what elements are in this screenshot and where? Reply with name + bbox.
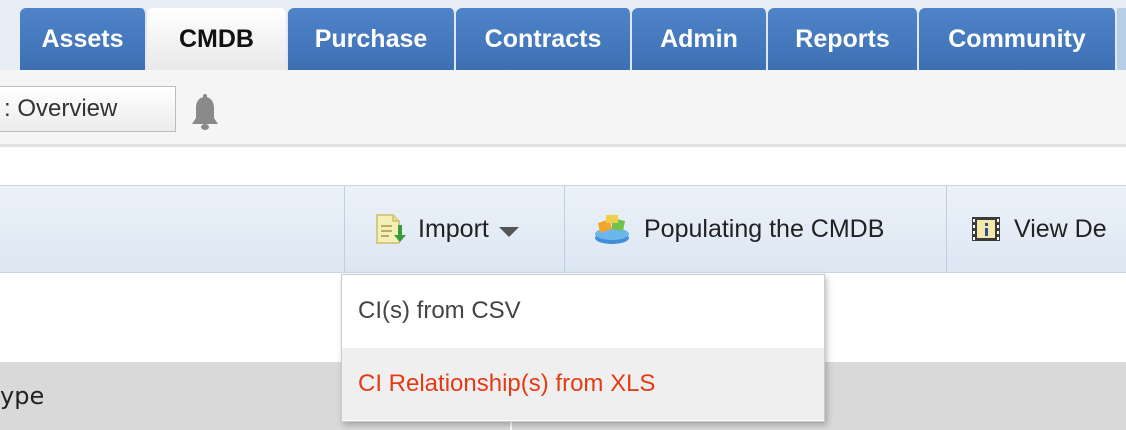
main-tab-bar: Assets CMDB Purchase Contracts Admin Rep… <box>0 0 1126 71</box>
menu-item-ci-relationship-from-xls[interactable]: CI Relationship(s) from XLS <box>342 348 824 420</box>
tab-contracts[interactable]: Contracts <box>456 8 632 70</box>
tab-assets[interactable]: Assets <box>20 8 147 70</box>
toolbar-separator <box>344 186 345 272</box>
bell-icon[interactable] <box>190 93 220 133</box>
tab-bar-edge <box>1117 8 1126 70</box>
view-details-label: View De <box>1014 214 1107 243</box>
tab-cmdb[interactable]: CMDB <box>147 8 288 70</box>
tab-admin[interactable]: Admin <box>632 8 768 70</box>
tab-purchase[interactable]: Purchase <box>288 8 456 70</box>
column-header-type[interactable]: ype <box>0 382 44 410</box>
populating-cmdb-button[interactable]: Populating the CMDB <box>592 186 884 272</box>
import-button[interactable]: Import <box>374 186 519 272</box>
import-dropdown-menu: CI(s) from CSV CI Relationship(s) from X… <box>341 274 825 422</box>
view-details-icon <box>972 217 1000 241</box>
import-label: Import <box>418 214 489 243</box>
menu-item-ci-from-csv[interactable]: CI(s) from CSV <box>342 275 824 347</box>
action-toolbar: Import Populating the CMDB View De <box>0 185 1126 273</box>
view-details-button[interactable]: View De <box>970 186 1107 272</box>
import-icon <box>376 214 406 244</box>
chevron-down-icon <box>498 227 519 237</box>
toolbar-separator <box>564 186 565 272</box>
tab-community[interactable]: Community <box>919 8 1117 70</box>
populating-cmdb-label: Populating the CMDB <box>644 214 885 243</box>
toolbar-separator <box>946 186 947 272</box>
overview-button[interactable]: : Overview <box>0 86 176 132</box>
tab-reports[interactable]: Reports <box>768 8 919 70</box>
populate-cmdb-icon <box>595 215 629 244</box>
